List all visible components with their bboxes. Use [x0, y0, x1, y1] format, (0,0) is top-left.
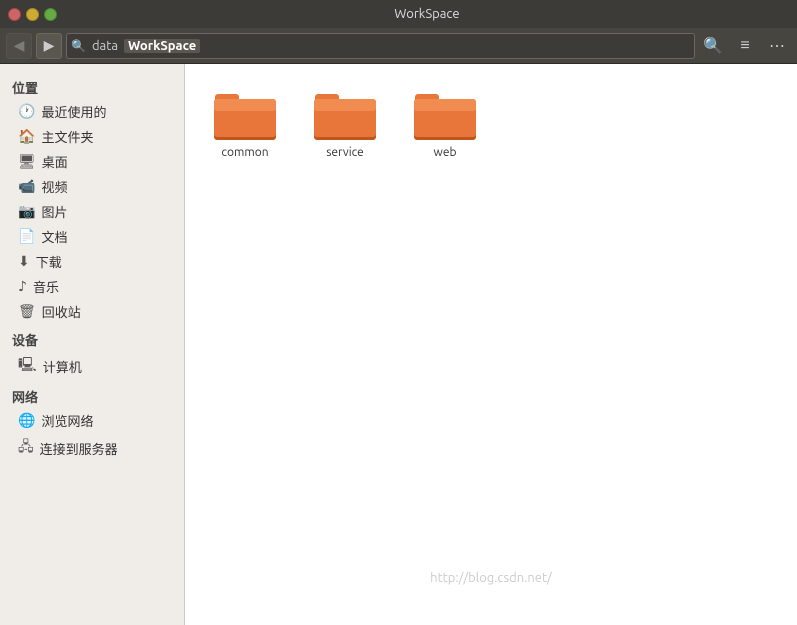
sidebar-section-title-网络: 网络 — [0, 381, 184, 408]
search-button[interactable]: 🔍 — [699, 32, 727, 60]
forward-button[interactable]: ▶ — [36, 33, 62, 59]
path-segment-data[interactable]: data — [88, 39, 122, 53]
watermark: http://blog.csdn.net/ — [430, 571, 552, 585]
file-area: common service web http://blog.csdn.net/ — [185, 64, 797, 625]
desktop-icon: 🖥 — [18, 153, 36, 170]
pictures-icon: 📷 — [18, 203, 35, 220]
documents-icon: 📄 — [18, 228, 35, 245]
toolbar: ◀ ▶ 🔍 data WorkSpace 🔍 ≡ ⋯ — [0, 28, 797, 64]
sidebar-section-title-位置: 位置 — [0, 72, 184, 99]
sidebar-item-label-computer: 计算机 — [43, 357, 82, 376]
grid-icon: ⋯ — [769, 36, 785, 56]
back-button[interactable]: ◀ — [6, 33, 32, 59]
file-item-web[interactable]: web — [405, 84, 485, 163]
web-folder-icon — [413, 88, 477, 142]
sidebar-item-recent[interactable]: 🕐 最近使用的 — [0, 99, 184, 124]
titlebar: WorkSpace — [0, 0, 797, 28]
computer-icon: 🖳 — [18, 354, 37, 378]
grid-button[interactable]: ⋯ — [763, 32, 791, 60]
file-label-common: common — [221, 146, 268, 159]
video-icon: 📹 — [18, 178, 35, 195]
window-title: WorkSpace — [65, 7, 789, 21]
file-label-service: service — [326, 146, 364, 159]
sidebar: 位置 🕐 最近使用的 🏠 主文件夹 🖥 桌面 📹 视频 📷 图片 📄 文档 ⬇ 下载 ♪ 音乐 🗑 回收站设备 🖳 计算… — [0, 64, 185, 625]
sidebar-item-trash[interactable]: 🗑 回收站 — [0, 299, 184, 324]
sidebar-item-connect-server[interactable]: 🖧 连接到服务器 — [0, 433, 184, 463]
recent-icon: 🕐 — [18, 103, 35, 120]
sidebar-item-label-recent: 最近使用的 — [41, 102, 106, 121]
sidebar-item-label-downloads: 下载 — [36, 252, 62, 271]
sidebar-item-documents[interactable]: 📄 文档 — [0, 224, 184, 249]
file-item-service[interactable]: service — [305, 84, 385, 163]
file-item-common[interactable]: common — [205, 84, 285, 163]
path-bar: 🔍 data WorkSpace — [66, 33, 695, 59]
menu-icon: ≡ — [740, 37, 749, 55]
sidebar-item-label-desktop: 桌面 — [42, 152, 68, 171]
service-folder-icon — [313, 88, 377, 142]
sidebar-item-label-browse-network: 浏览网络 — [41, 411, 93, 430]
music-icon: ♪ — [18, 278, 27, 295]
home-icon: 🏠 — [18, 128, 35, 145]
toolbar-actions: 🔍 ≡ ⋯ — [699, 32, 791, 60]
downloads-icon: ⬇ — [18, 253, 30, 270]
sidebar-section-title-设备: 设备 — [0, 324, 184, 351]
file-label-web: web — [434, 146, 457, 159]
main-layout: 位置 🕐 最近使用的 🏠 主文件夹 🖥 桌面 📹 视频 📷 图片 📄 文档 ⬇ 下载 ♪ 音乐 🗑 回收站设备 🖳 计算… — [0, 64, 797, 625]
sidebar-item-video[interactable]: 📹 视频 — [0, 174, 184, 199]
forward-icon: ▶ — [44, 37, 55, 54]
sidebar-item-music[interactable]: ♪ 音乐 — [0, 274, 184, 299]
sidebar-item-desktop[interactable]: 🖥 桌面 — [0, 149, 184, 174]
window-controls — [8, 8, 57, 21]
maximize-button[interactable] — [44, 8, 57, 21]
common-folder-icon — [213, 88, 277, 142]
minimize-button[interactable] — [26, 8, 39, 21]
sidebar-item-pictures[interactable]: 📷 图片 — [0, 199, 184, 224]
sidebar-item-computer[interactable]: 🖳 计算机 — [0, 351, 184, 381]
file-grid: common service web — [205, 84, 777, 163]
path-folder-icon: 🔍 — [71, 39, 86, 53]
sidebar-item-browse-network[interactable]: 🌐 浏览网络 — [0, 408, 184, 433]
sidebar-item-label-home: 主文件夹 — [41, 127, 93, 146]
sidebar-item-label-pictures: 图片 — [41, 202, 67, 221]
back-icon: ◀ — [14, 37, 25, 54]
sidebar-item-label-music: 音乐 — [33, 277, 59, 296]
trash-icon: 🗑 — [18, 303, 36, 320]
sidebar-item-label-trash: 回收站 — [42, 302, 81, 321]
sidebar-item-label-connect-server: 连接到服务器 — [40, 439, 118, 458]
connect-server-icon: 🖧 — [18, 436, 34, 460]
sidebar-item-label-documents: 文档 — [41, 227, 67, 246]
close-button[interactable] — [8, 8, 21, 21]
browse-network-icon: 🌐 — [18, 412, 35, 429]
path-segment-workspace[interactable]: WorkSpace — [124, 39, 200, 53]
sidebar-item-downloads[interactable]: ⬇ 下载 — [0, 249, 184, 274]
sidebar-item-home[interactable]: 🏠 主文件夹 — [0, 124, 184, 149]
search-icon: 🔍 — [703, 36, 723, 56]
sidebar-item-label-video: 视频 — [41, 177, 67, 196]
menu-button[interactable]: ≡ — [731, 32, 759, 60]
